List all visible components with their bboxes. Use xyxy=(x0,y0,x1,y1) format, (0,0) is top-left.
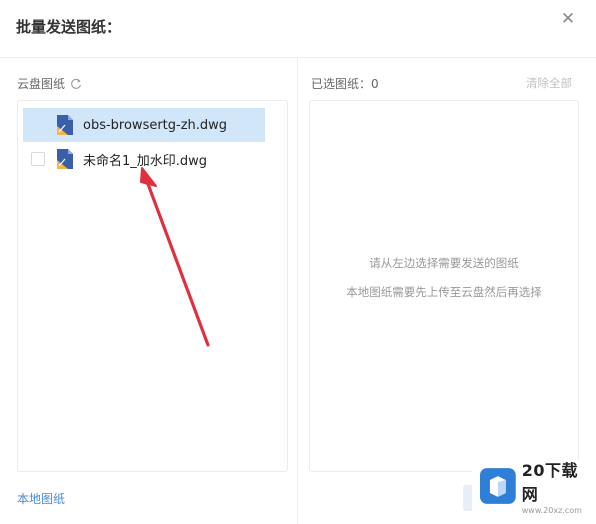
watermark-logo-icon xyxy=(480,468,516,504)
column-divider xyxy=(297,58,298,524)
empty-hint-secondary: 本地图纸需要先上传至云盘然后再选择 xyxy=(346,285,542,299)
file-name: obs-browsertg-zh.dwg xyxy=(83,117,228,133)
refresh-icon[interactable] xyxy=(70,78,82,90)
selected-count: 0 xyxy=(371,77,379,91)
file-row[interactable]: obs-browsertg-zh.dwg xyxy=(23,108,265,142)
close-icon[interactable]: ✕ xyxy=(558,9,578,29)
watermark-name: 20下载网 xyxy=(521,461,579,504)
file-checkbox[interactable] xyxy=(31,152,45,166)
cloud-drawings-label: 云盘图纸 xyxy=(17,77,66,91)
local-drawings-link[interactable]: 本地图纸 xyxy=(17,490,65,507)
dwg-file-icon xyxy=(57,115,73,135)
selected-file-list: 请从左边选择需要发送的图纸 本地图纸需要先上传至云盘然后再选择 xyxy=(309,100,579,472)
cloud-file-list: obs-browsertg-zh.dwg 未命名1_加水印.dwg xyxy=(17,100,288,472)
selected-label: 已选图纸： xyxy=(311,77,372,91)
dwg-file-icon xyxy=(57,149,73,169)
watermark: 20下载网 www.20xz.com xyxy=(472,460,594,515)
watermark-url: www.20xz.com xyxy=(521,506,582,515)
file-name: 未命名1_加水印.dwg xyxy=(83,153,208,169)
dialog-title: 批量发送图纸： xyxy=(16,18,122,36)
header-divider xyxy=(0,57,596,58)
selected-count-label: 已选图纸：0 xyxy=(311,75,379,92)
clear-all-button[interactable]: 清除全部 xyxy=(526,75,572,91)
empty-hint-primary: 请从左边选择需要发送的图纸 xyxy=(369,256,519,270)
file-row[interactable]: 未命名1_加水印.dwg xyxy=(23,142,265,176)
cloud-drawings-header: 云盘图纸 xyxy=(17,75,82,92)
